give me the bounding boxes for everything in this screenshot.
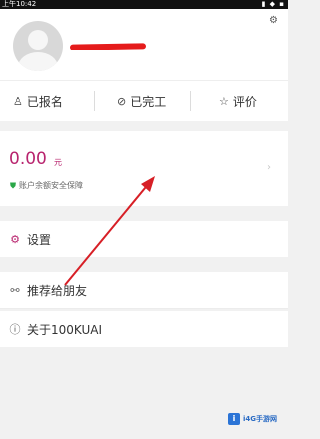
info-icon: ⓘ [9, 323, 21, 336]
menu-item-about[interactable]: ⓘ 关于100KUAI [0, 311, 288, 347]
menu-item-settings-label: 设置 [27, 232, 52, 247]
balance-safety-text: 账户余额安全保障 [19, 181, 83, 190]
shield-icon: ⛊ [10, 181, 16, 190]
balance-unit: 元 [54, 158, 62, 167]
share-icon: ⚯ [10, 283, 20, 297]
tab-reviews-label: 评价 [232, 94, 257, 109]
avatar-body [18, 52, 58, 71]
star-icon: ☆ [219, 94, 229, 108]
divider [190, 91, 191, 111]
person-icon: ♙ [13, 94, 23, 108]
status-time: 上午10:42 [2, 0, 37, 8]
balance-safety-note: ⛊ 账户余额安全保障 [10, 180, 83, 191]
gear-icon[interactable]: ⚙ [269, 16, 279, 26]
username-redacted [70, 42, 150, 50]
tab-completed[interactable]: ⊘ 已完工 [117, 81, 166, 121]
divider [94, 91, 95, 111]
tab-reviews[interactable]: ☆ 评价 [219, 81, 257, 121]
tab-signed-up-label: 已报名 [26, 94, 63, 109]
balance-amount: 0.00 [9, 149, 47, 169]
avatar-head [28, 30, 48, 50]
chevron-right-icon: › [267, 162, 271, 173]
watermark-text: i4G手游网 [243, 415, 278, 423]
menu-item-settings[interactable]: ⚙ 设置 [0, 221, 288, 257]
menu-item-share[interactable]: ⚯ 推荐给朋友 [0, 272, 288, 309]
watermark-logo: i i4G手游网 [228, 410, 284, 428]
balance-card[interactable]: 0.00 元 ⛊ 账户余额安全保障 › [0, 131, 288, 206]
status-bar: 上午10:42 ▮ ◆ ▪ [0, 0, 288, 9]
stats-bar: ♙ 已报名 ⊘ 已完工 ☆ 评价 [0, 80, 288, 121]
watermark-icon: i [228, 413, 240, 425]
menu-item-share-label: 推荐给朋友 [27, 283, 88, 298]
menu-item-about-label: 关于100KUAI [27, 322, 102, 337]
avatar[interactable] [13, 21, 63, 71]
profile-header: ⚙ [0, 9, 288, 80]
check-circle-icon: ⊘ [117, 94, 127, 108]
tab-completed-label: 已完工 [130, 94, 167, 109]
tab-signed-up[interactable]: ♙ 已报名 [13, 81, 63, 121]
status-icons: ▮ ◆ ▪ [261, 0, 285, 8]
gear-icon: ⚙ [10, 232, 20, 246]
